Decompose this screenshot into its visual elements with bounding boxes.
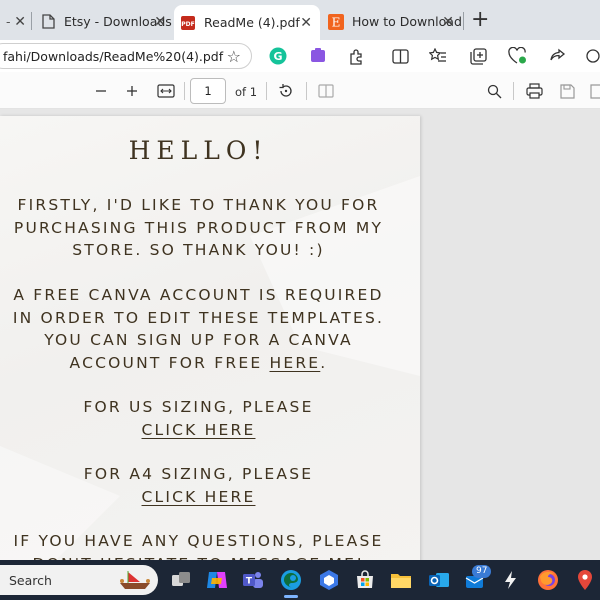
pdf-toolbar: 1 of 1 [0,72,600,109]
a4-sizing-line: CLICK HERE [0,486,397,509]
taskbar-search-text: Search [9,573,52,588]
document-icon [40,14,56,30]
canva-line-4: ACCOUNT FOR FREE HERE. [0,352,397,375]
copilot-icon[interactable] [204,567,230,593]
canva-line-2: IN ORDER TO EDIT THESE TEMPLATES. [12,308,385,327]
tab-etsy-downloads[interactable]: Etsy - Downloads ✕ [34,7,174,36]
questions-line-1: IF YOU HAVE ANY QUESTIONS, PLEASE [13,532,384,550]
task-view-icon[interactable] [168,567,194,593]
us-sizing-line: CLICK HERE [0,419,397,442]
canva-line-4-text: ACCOUNT FOR FREE [69,353,270,372]
tab-title: ReadMe (4).pdf [204,15,300,30]
tab-strip: - ✕ Etsy - Downloads ✕ PDF ReadMe (4).pd… [0,0,600,40]
tab-how-to-download[interactable]: E How to Download ✕ [322,7,462,36]
pdf-page: HELLO! FIRSTLY, I'D LIKE TO THANK YOU FO… [0,116,420,576]
search-highlight-ship-icon [118,569,152,595]
thank-you-line-3: STORE. SO THANK YOU! :) [72,241,325,259]
share-icon[interactable] [547,46,567,66]
tab-partial[interactable]: - ✕ [0,7,30,36]
maps-pin-icon[interactable] [572,567,598,593]
canva-line-4-period: . [320,353,328,372]
a4-sizing-text: FOR A4 SIZING, PLEASE [83,465,314,483]
pdf-viewer[interactable]: HELLO! FIRSTLY, I'D LIKE TO THANK YOU FO… [0,109,600,576]
us-sizing-link[interactable]: CLICK HERE [142,421,256,439]
microsoft-store-icon[interactable] [352,567,378,593]
close-icon[interactable]: ✕ [442,14,454,30]
address-bar[interactable]: fahi/Downloads/ReadMe%20(4).pdf ☆ [0,43,252,69]
extension-puzzle-purple-icon[interactable] [308,46,328,66]
rotate-icon[interactable] [275,80,297,102]
taskbar: Search T [0,560,600,600]
page-total-label: of 1 [235,85,258,99]
close-icon[interactable]: ✕ [154,14,166,30]
save-as-icon[interactable] [586,80,600,102]
lightning-app-icon[interactable] [498,567,524,593]
photos-hexagon-icon[interactable] [316,567,342,593]
extensions-icon[interactable] [346,46,366,66]
taskbar-search[interactable]: Search [0,565,158,595]
search-icon[interactable] [483,80,505,102]
a4-sizing-link[interactable]: CLICK HERE [142,488,256,506]
thank-you-line-1: FIRSTLY, I'D LIKE TO THANK YOU FOR [17,196,380,214]
tab-title: - [6,14,11,29]
svg-text:PDF: PDF [181,21,194,28]
browser-essentials-icon[interactable] [507,46,527,66]
etsy-icon: E [328,13,344,30]
svg-text:E: E [332,15,341,29]
outlook-icon[interactable] [426,567,452,593]
svg-text:T: T [246,577,253,587]
collections-icon[interactable] [468,46,488,66]
page-view-icon[interactable] [315,80,337,102]
thank-you-line-2: PURCHASING THIS PRODUCT FROM MY [13,218,384,237]
canva-signup-link[interactable]: HERE [269,354,320,372]
mail-count-badge: 97 [472,565,492,578]
tab-readme-pdf[interactable]: PDF ReadMe (4).pdf ✕ [174,5,320,40]
document-heading: HELLO! [128,136,269,165]
browser-toolbar: fahi/Downloads/ReadMe%20(4).pdf ☆ G [0,40,600,72]
settings-more-icon[interactable] [583,46,600,66]
svg-text:G: G [273,50,282,63]
zoom-out-icon[interactable] [90,80,112,102]
active-app-indicator [284,595,298,598]
new-tab-button[interactable]: + [471,9,489,31]
print-icon[interactable] [523,80,545,102]
fit-to-width-icon[interactable] [155,80,177,102]
pdf-icon: PDF [180,15,196,31]
canva-line-1: A FREE CANVA ACCOUNT IS REQUIRED [13,286,384,304]
zoom-in-icon[interactable] [121,80,143,102]
page-number-input[interactable]: 1 [190,78,226,104]
address-url[interactable]: fahi/Downloads/ReadMe%20(4).pdf [3,49,223,64]
favorite-star-icon[interactable]: ☆ [227,47,241,66]
favorites-icon[interactable] [428,46,448,66]
us-sizing-text: FOR US SIZING, PLEASE [83,398,314,416]
close-icon[interactable]: ✕ [14,14,26,30]
edge-icon[interactable] [278,567,304,593]
teams-icon[interactable]: T [240,567,266,593]
file-explorer-icon[interactable] [388,567,414,593]
canva-line-3: YOU CAN SIGN UP FOR A CANVA [44,331,353,349]
firefox-icon[interactable] [535,567,561,593]
grammarly-icon[interactable]: G [268,46,288,66]
save-icon[interactable] [556,80,578,102]
split-screen-icon[interactable] [390,46,410,66]
close-icon[interactable]: ✕ [300,15,312,31]
